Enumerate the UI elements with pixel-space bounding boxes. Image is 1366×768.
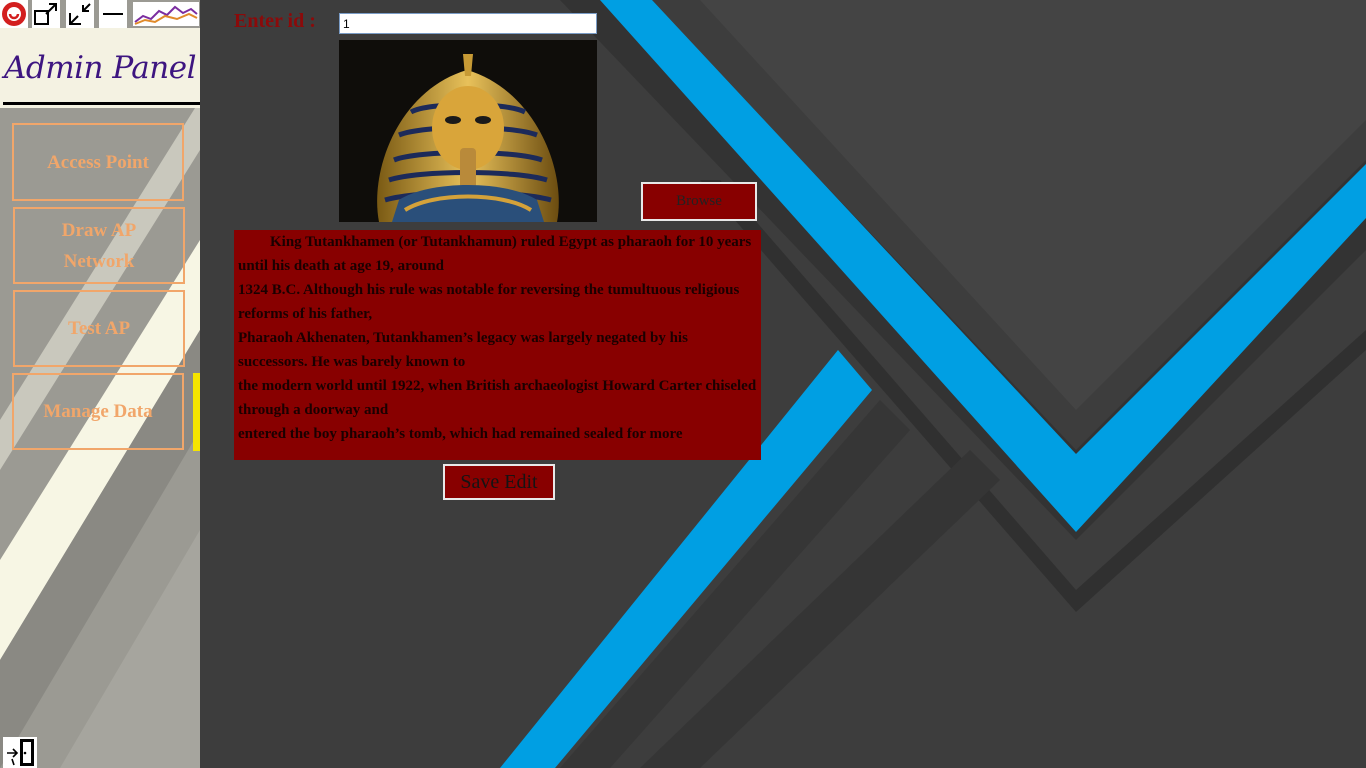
- record-image: [339, 40, 597, 222]
- panel-title: Admin Panel: [3, 50, 197, 86]
- nav-draw-ap-network-button[interactable]: Draw AP Network: [13, 207, 185, 284]
- sidebar: Admin Panel Access Point Draw AP Network…: [0, 0, 200, 768]
- minimize-icon[interactable]: [99, 0, 127, 28]
- nav-label: Access Point: [47, 151, 149, 173]
- description-line: 1324 B.C. Although his rule was notable …: [238, 282, 740, 322]
- nav-access-point-button[interactable]: Access Point: [12, 123, 184, 201]
- nav-label: Test AP: [67, 318, 131, 339]
- id-label: Enter id :: [234, 10, 316, 32]
- nav-manage-data-button[interactable]: Manage Data: [12, 373, 184, 450]
- restore-icon[interactable]: [66, 0, 94, 28]
- nav-test-ap-button[interactable]: Test AP: [13, 290, 185, 367]
- id-input[interactable]: [339, 13, 597, 34]
- active-nav-indicator: [193, 373, 200, 451]
- save-edit-button[interactable]: Save Edit: [443, 464, 555, 500]
- description-line: entered the boy pharaoh’s tomb, which ha…: [238, 426, 683, 442]
- description-line: Pharaoh Akhenaten, Tutankhamen’s legacy …: [238, 330, 688, 370]
- nav-label: Draw AP Network: [61, 219, 137, 272]
- description-line: the modern world until 1922, when Britis…: [238, 378, 757, 418]
- title-divider: [3, 102, 200, 105]
- description-textarea[interactable]: King Tutankhamen (or Tutankhamun) ruled …: [234, 230, 761, 460]
- maximize-icon[interactable]: [32, 0, 60, 28]
- browse-button[interactable]: Browse: [641, 182, 757, 221]
- nav-label: Manage Data: [43, 401, 153, 422]
- brand-logo-icon: [133, 2, 199, 26]
- exit-door-icon[interactable]: [3, 737, 37, 768]
- description-line: King Tutankhamen (or Tutankhamun) ruled …: [238, 234, 752, 274]
- app-logo-icon[interactable]: [0, 0, 28, 28]
